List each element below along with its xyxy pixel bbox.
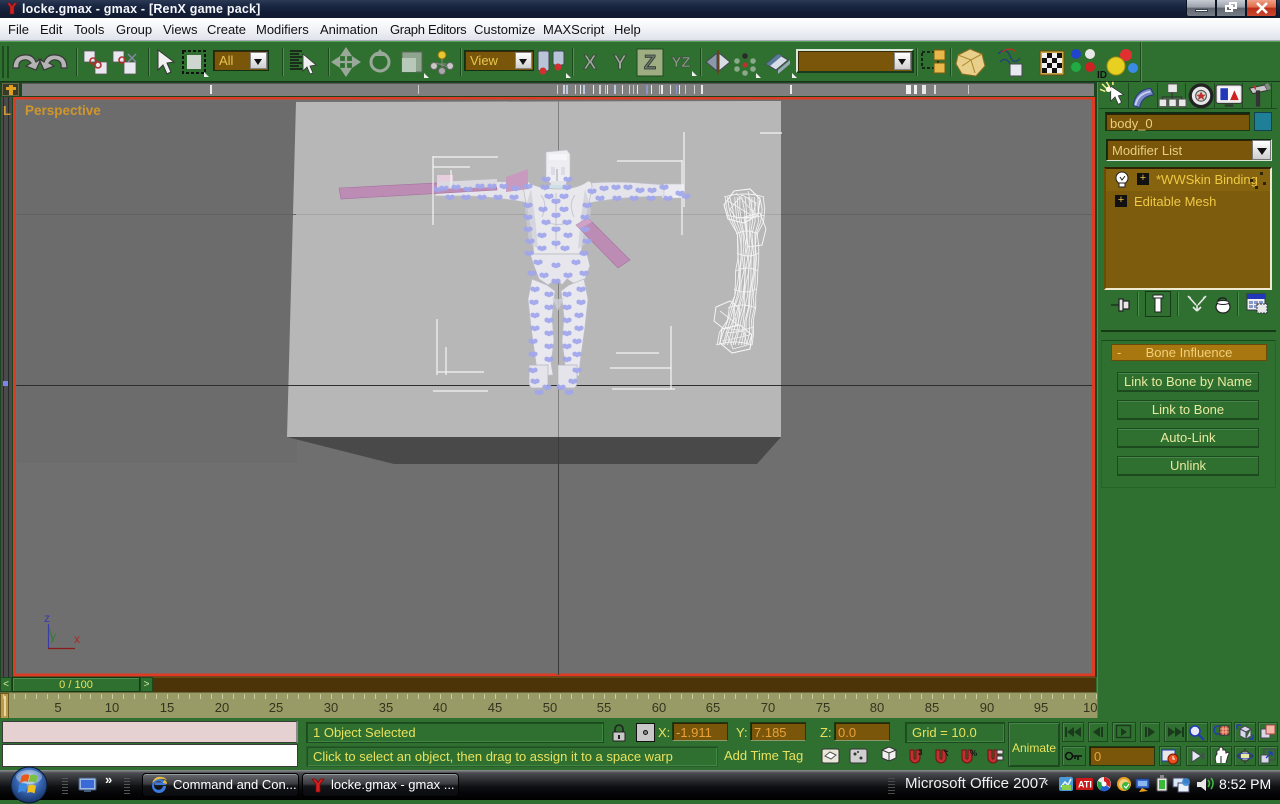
- svg-text:x: x: [74, 632, 80, 646]
- svg-text:Y: Y: [613, 52, 627, 74]
- svg-text:ID: ID: [1097, 70, 1107, 81]
- svg-text:L: L: [3, 103, 11, 118]
- svg-text:ATI: ATI: [1078, 780, 1092, 790]
- svg-text:Z: Z: [644, 52, 656, 74]
- svg-text:3: 3: [918, 748, 923, 757]
- svg-text:z: z: [44, 611, 50, 625]
- svg-text:Perspective: Perspective: [25, 103, 101, 118]
- svg-text:X: X: [583, 52, 597, 74]
- svg-text:YZ: YZ: [671, 54, 690, 71]
- svg-text:%: %: [970, 749, 977, 758]
